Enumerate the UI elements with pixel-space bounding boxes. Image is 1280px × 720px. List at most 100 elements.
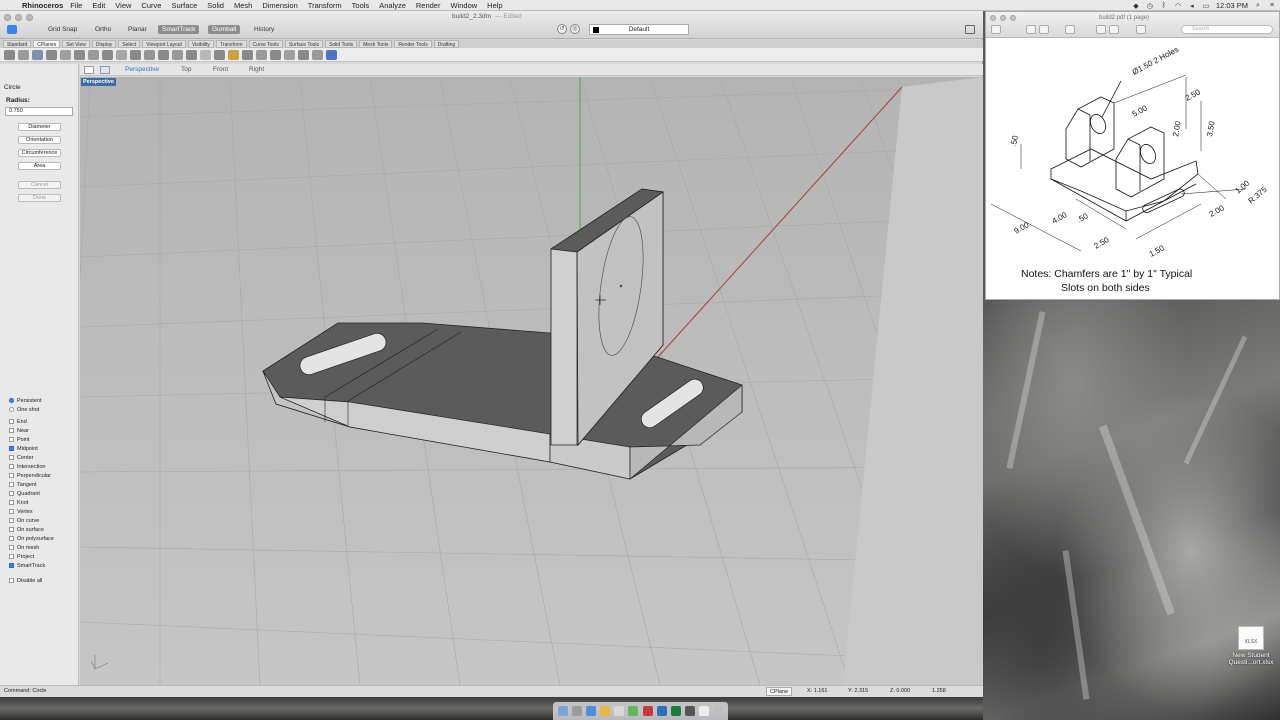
chrome-icon[interactable]	[600, 706, 611, 716]
circumference-button[interactable]: Circumference	[18, 149, 61, 157]
tab-surface-tools[interactable]: Surface Tools	[284, 40, 324, 48]
desktop-file-xlsx[interactable]: XLSX New Student Questi...ort.xlsx	[1224, 626, 1278, 666]
tab-visibility[interactable]: Visibility	[187, 40, 214, 48]
preview-minimize-button[interactable]	[1000, 15, 1006, 21]
snap-midpoint[interactable]: Midpoint	[9, 444, 54, 453]
close-window-button[interactable]	[4, 14, 11, 21]
finder-icon[interactable]	[558, 706, 569, 716]
tab-perspective[interactable]: Perspective	[125, 65, 159, 75]
snap-knot[interactable]: Knot	[9, 498, 54, 507]
cplane-redo-icon[interactable]	[186, 49, 197, 60]
diameter-button[interactable]: Diameter	[18, 123, 61, 131]
snap-project[interactable]: Project	[9, 552, 54, 561]
cplane-world-right-icon[interactable]	[32, 49, 43, 60]
notification-center-icon[interactable]: ≡	[1268, 2, 1276, 10]
volume-icon[interactable]: ◂	[1188, 2, 1196, 10]
calendar-icon[interactable]	[642, 706, 653, 716]
menu-render[interactable]: Render	[416, 1, 441, 10]
cplane-undo-icon[interactable]	[172, 49, 183, 60]
snap-near[interactable]: Near	[9, 426, 54, 435]
snap-point[interactable]: Point	[9, 435, 54, 444]
snap-center[interactable]: Center	[9, 453, 54, 462]
tab-front[interactable]: Front	[213, 65, 228, 75]
cplane-folder-icon[interactable]	[228, 49, 239, 60]
cplane-options-icon[interactable]	[326, 49, 337, 60]
cplane-dropdown[interactable]: CPlane	[766, 687, 793, 696]
cplane-origin-icon[interactable]	[46, 49, 57, 60]
area-button[interactable]: Area	[18, 162, 61, 170]
share-icon[interactable]	[1065, 25, 1075, 34]
perspective-viewport[interactable]: Perspective	[80, 77, 983, 685]
menu-file[interactable]: File	[70, 1, 82, 10]
tab-drafting[interactable]: Drafting	[433, 40, 460, 48]
menu-clock[interactable]: 12:03 PM	[1216, 1, 1248, 10]
zoom-out-icon[interactable]	[1026, 25, 1036, 34]
battery-icon[interactable]: ▭	[1202, 2, 1210, 10]
tab-curve-tools[interactable]: Curve Tools	[248, 40, 283, 48]
viewport-title-label[interactable]: Perspective	[81, 78, 116, 86]
trash-icon[interactable]	[712, 706, 723, 716]
preview-close-button[interactable]	[990, 15, 996, 21]
smarttrack-button[interactable]: SmartTrack	[158, 25, 200, 34]
snap-one-shot[interactable]: One shot	[9, 405, 54, 414]
radius-input[interactable]: 0.750	[5, 107, 73, 116]
sidebar-toggle-button[interactable]	[7, 25, 17, 34]
cplane-elevation-icon[interactable]	[60, 49, 71, 60]
layer-selector[interactable]: Default	[589, 24, 689, 35]
ortho-button[interactable]: Ortho	[91, 25, 115, 34]
menu-window[interactable]: Window	[450, 1, 477, 10]
sidebar-view-icon[interactable]	[991, 25, 1001, 34]
cplane-z-axis-icon[interactable]	[88, 49, 99, 60]
tab-right[interactable]: Right	[249, 65, 264, 75]
cplane-save-icon[interactable]	[298, 49, 309, 60]
menu-mesh[interactable]: Mesh	[234, 1, 252, 10]
rhino-icon[interactable]	[684, 706, 695, 716]
markup-icon[interactable]	[1096, 25, 1106, 34]
zoom-window-button[interactable]	[26, 14, 33, 21]
snap-vertex[interactable]: Vertex	[9, 507, 54, 516]
snap-quadrant[interactable]: Quadrant	[9, 489, 54, 498]
launchpad-icon[interactable]	[572, 706, 583, 716]
panels-toggle-icon[interactable]	[965, 25, 975, 34]
spotlight-icon[interactable]: ⌕	[1254, 2, 1262, 10]
cancel-button[interactable]: Cancel	[18, 181, 61, 189]
snap-persistent[interactable]: Persistent	[9, 396, 54, 405]
menu-curve[interactable]: Curve	[141, 1, 161, 10]
menu-tools[interactable]: Tools	[352, 1, 370, 10]
tab-transform[interactable]: Transform	[215, 40, 247, 48]
cplane-curve-icon[interactable]	[144, 49, 155, 60]
snap-end[interactable]: End	[9, 417, 54, 426]
preview-search-input[interactable]: Search	[1181, 25, 1273, 34]
single-viewport-icon[interactable]	[100, 66, 110, 74]
cplane-world-front-icon[interactable]	[18, 49, 29, 60]
cplane-object-icon[interactable]	[74, 49, 85, 60]
grid-snap-button[interactable]: Grid Snap	[44, 25, 81, 34]
wifi-icon[interactable]: ◠	[1174, 2, 1182, 10]
command-line[interactable]: Command: Circle	[4, 686, 46, 697]
tab-render-tools[interactable]: Render Tools	[394, 40, 432, 48]
undo-icon[interactable]: ↺	[557, 24, 567, 34]
dropbox-icon[interactable]: ◆	[1132, 2, 1140, 10]
snap-on-mesh[interactable]: On mesh	[9, 543, 54, 552]
menu-view[interactable]: View	[115, 1, 131, 10]
tab-mesh-tools[interactable]: Mesh Tools	[359, 40, 393, 48]
snap-disable-all[interactable]: Disable all	[9, 576, 54, 585]
snap-tangent[interactable]: Tangent	[9, 480, 54, 489]
snap-perpendicular[interactable]: Perpendicular	[9, 471, 54, 480]
cplane-restore-icon[interactable]	[312, 49, 323, 60]
excel-icon[interactable]	[670, 706, 681, 716]
cplane-surface-icon[interactable]	[158, 49, 169, 60]
tab-display[interactable]: Display	[91, 40, 117, 48]
redo-icon[interactable]: ◎	[570, 24, 580, 34]
menu-dimension[interactable]: Dimension	[262, 1, 297, 10]
cplane-next-icon[interactable]	[270, 49, 281, 60]
snap-on-surface[interactable]: On surface	[9, 525, 54, 534]
cplane-3-point-icon[interactable]	[116, 49, 127, 60]
tab-standard[interactable]: Standard	[3, 40, 32, 48]
menu-edit[interactable]: Edit	[92, 1, 105, 10]
messages-icon[interactable]	[628, 706, 639, 716]
planar-button[interactable]: Planar	[124, 25, 151, 34]
preview-zoom-button[interactable]	[1010, 15, 1016, 21]
gumball-button[interactable]: Gumball	[208, 25, 241, 34]
menu-transform[interactable]: Transform	[308, 1, 342, 10]
